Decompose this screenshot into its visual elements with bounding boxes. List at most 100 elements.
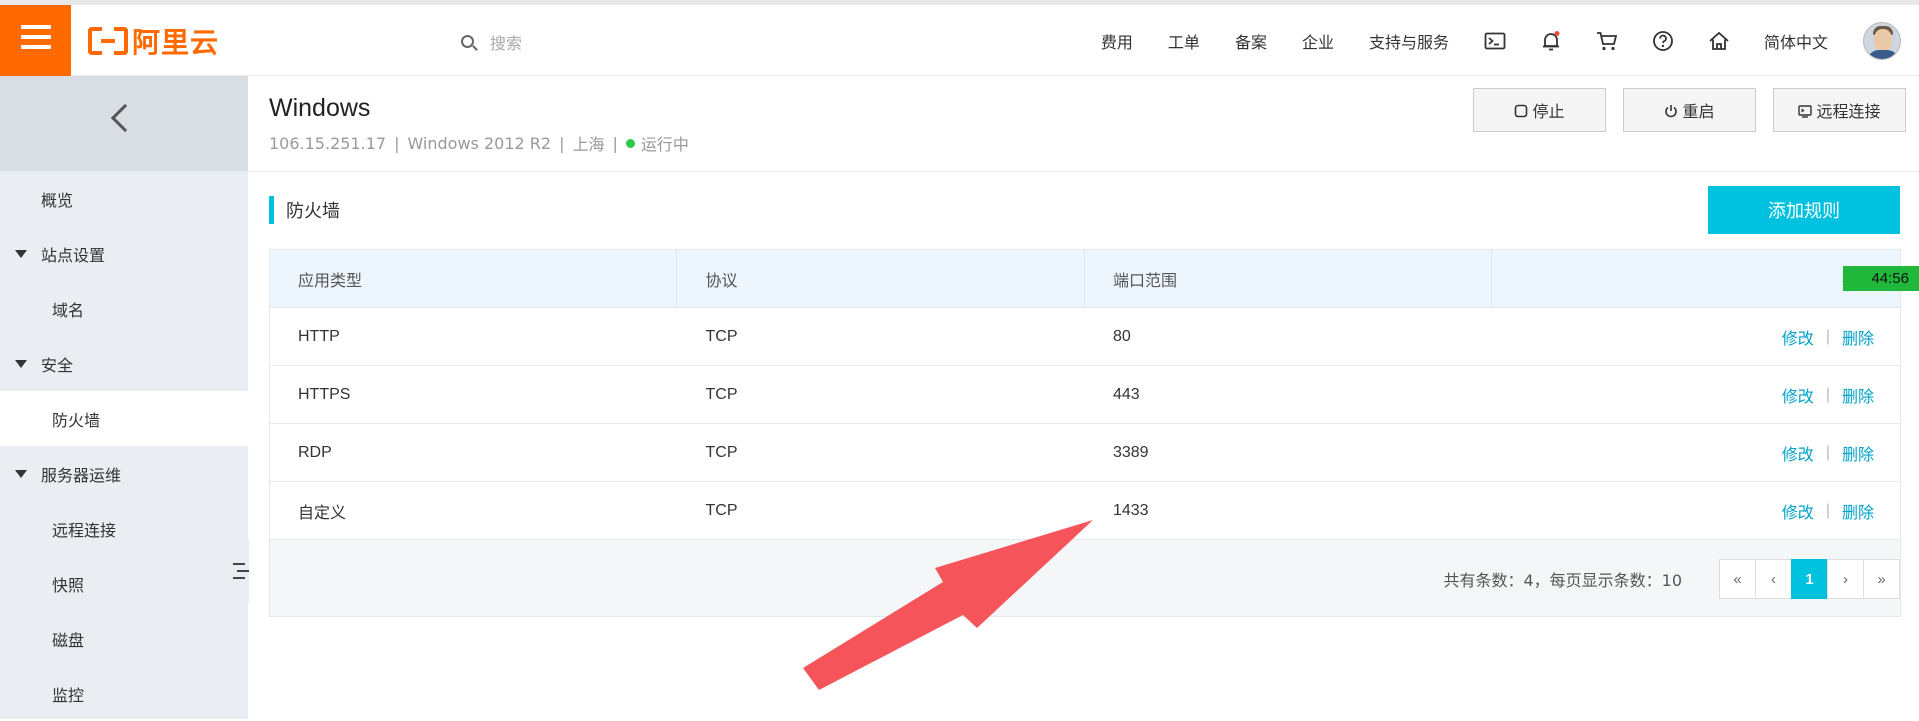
link-separator: |: [1825, 327, 1830, 345]
sidebar-item[interactable]: 站点设置: [0, 226, 248, 281]
search-input[interactable]: [490, 33, 730, 53]
sidebar-item-label: 防火墙: [52, 410, 101, 430]
column-header: 操作: [1492, 250, 1900, 307]
instance-info: 106.15.251.17 | Windows 2012 R2 | 上海 | 运…: [269, 131, 689, 155]
restart-button[interactable]: 重启: [1623, 88, 1756, 132]
sidebar-back-button[interactable]: [0, 76, 248, 171]
sidebar-item-label: 磁盘: [52, 630, 85, 650]
nav-billing[interactable]: 费用: [1101, 29, 1133, 53]
sidebar-item[interactable]: 防火墙: [0, 391, 248, 446]
sidebar-item-label: 服务器运维: [41, 465, 122, 485]
sidebar-item[interactable]: 概览: [0, 171, 248, 226]
sidebar-item[interactable]: 远程连接: [0, 501, 248, 556]
cell-port: 80: [1112, 327, 1131, 345]
column-header: 端口范围: [1085, 250, 1493, 307]
add-rule-button[interactable]: 添加规则: [1708, 186, 1900, 234]
sidebar-item[interactable]: 服务器运维: [0, 446, 248, 501]
sidebar-item-label: 安全: [41, 355, 74, 375]
delete-rule-link[interactable]: 删除: [1842, 325, 1874, 349]
cell-protocol: TCP: [705, 443, 738, 461]
caret-down-icon: [15, 250, 27, 258]
sidebar-item-label: 域名: [52, 300, 85, 320]
table-row: HTTPS TCP 443 修改 | 删除: [270, 366, 1900, 424]
sidebar-item[interactable]: 磁盘: [0, 611, 248, 666]
stop-icon: [1514, 103, 1528, 118]
cell-port: 3389: [1112, 443, 1149, 461]
cell-protocol: TCP: [705, 385, 738, 403]
instance-status: 运行中: [640, 135, 689, 154]
first-page-button[interactable]: «: [1719, 559, 1756, 599]
power-icon: [1664, 103, 1678, 118]
sidebar-item[interactable]: 快照: [0, 556, 248, 611]
table-header: 应用类型 协议 端口范围 操作: [270, 250, 1900, 308]
stop-button[interactable]: 停止: [1473, 88, 1606, 132]
sidebar-item-label: 快照: [52, 575, 85, 595]
edit-rule-link[interactable]: 修改: [1782, 383, 1814, 407]
delete-rule-link[interactable]: 删除: [1842, 383, 1874, 407]
delete-rule-link[interactable]: 删除: [1842, 441, 1874, 465]
timer-badge: 44:56: [1843, 266, 1919, 291]
search-icon[interactable]: [460, 34, 478, 52]
sidebar-item-label: 远程连接: [52, 520, 117, 540]
column-header: 应用类型: [270, 250, 678, 307]
edit-rule-link[interactable]: 修改: [1782, 325, 1814, 349]
nav-enterprise[interactable]: 企业: [1302, 29, 1334, 53]
remote-desktop-icon: [1798, 103, 1813, 118]
cell-actions: 修改 | 删除: [1492, 366, 1900, 423]
instance-title: Windows: [269, 94, 371, 122]
cell-protocol: TCP: [705, 327, 738, 345]
table-row: RDP TCP 3389 修改 | 删除: [270, 424, 1900, 482]
sidebar: 概览站点设置域名安全防火墙服务器运维远程连接快照磁盘监控: [0, 76, 249, 721]
delete-rule-link[interactable]: 删除: [1842, 499, 1874, 523]
aliyun-logo[interactable]: 阿里云: [88, 25, 219, 59]
sidebar-item[interactable]: 监控: [0, 666, 248, 721]
nav-icp-filing[interactable]: 备案: [1235, 29, 1267, 53]
sidebar-menu: 概览站点设置域名安全防火墙服务器运维远程连接快照磁盘监控: [0, 171, 248, 721]
cart-icon[interactable]: [1596, 30, 1618, 52]
cell-app: HTTPS: [298, 385, 351, 403]
cell-actions: 修改 | 删除: [1492, 308, 1900, 365]
status-dot-icon: [625, 138, 635, 148]
nav-tickets[interactable]: 工单: [1168, 29, 1200, 53]
sidebar-item[interactable]: 域名: [0, 281, 248, 336]
language-switch[interactable]: 简体中文: [1764, 29, 1828, 53]
link-separator: |: [1825, 385, 1830, 403]
pagination: « ‹ 1 › »: [1719, 559, 1900, 599]
cell-port: 443: [1112, 385, 1140, 403]
instance-ip: 106.15.251.17: [269, 133, 387, 153]
column-header: 协议: [677, 250, 1085, 307]
aliyun-logo-icon: [88, 27, 128, 55]
instance-os: Windows 2012 R2: [407, 133, 552, 153]
sidebar-item[interactable]: 安全: [0, 336, 248, 391]
nav-support[interactable]: 支持与服务: [1369, 29, 1449, 53]
prev-page-button[interactable]: ‹: [1755, 559, 1792, 599]
hamburger-menu-button[interactable]: [0, 5, 71, 76]
sidebar-collapse-toggle[interactable]: [229, 539, 249, 603]
page-1-button[interactable]: 1: [1791, 559, 1828, 599]
link-separator: |: [1825, 443, 1830, 461]
next-page-button[interactable]: ›: [1827, 559, 1864, 599]
section-title: 防火墙: [269, 196, 340, 224]
cell-port: 1433: [1112, 501, 1149, 519]
sidebar-item-label: 站点设置: [41, 245, 106, 265]
help-icon[interactable]: [1652, 30, 1674, 52]
remote-connect-button[interactable]: 远程连接: [1773, 88, 1906, 132]
table-row: HTTP TCP 80 修改 | 删除: [270, 308, 1900, 366]
last-page-button[interactable]: »: [1863, 559, 1900, 599]
cell-app: 自定义: [298, 504, 347, 522]
home-icon[interactable]: [1708, 30, 1730, 52]
edit-rule-link[interactable]: 修改: [1782, 499, 1814, 523]
cell-actions: 修改 | 删除: [1492, 424, 1900, 481]
cell-app: RDP: [298, 443, 332, 461]
top-nav: 费用 工单 备案 企业 支持与服务 简体中文: [1101, 5, 1919, 76]
red-annotation-arrow-icon: [803, 520, 1093, 690]
terminal-icon[interactable]: [1484, 30, 1506, 52]
edit-rule-link[interactable]: 修改: [1782, 441, 1814, 465]
sidebar-item-label: 监控: [52, 685, 85, 705]
user-avatar[interactable]: [1863, 21, 1901, 60]
instance-region: 上海: [572, 135, 605, 154]
link-separator: |: [1825, 501, 1830, 519]
bell-icon[interactable]: [1540, 30, 1562, 52]
chevron-left-icon: [110, 103, 140, 133]
logo-text: 阿里云: [132, 26, 220, 59]
